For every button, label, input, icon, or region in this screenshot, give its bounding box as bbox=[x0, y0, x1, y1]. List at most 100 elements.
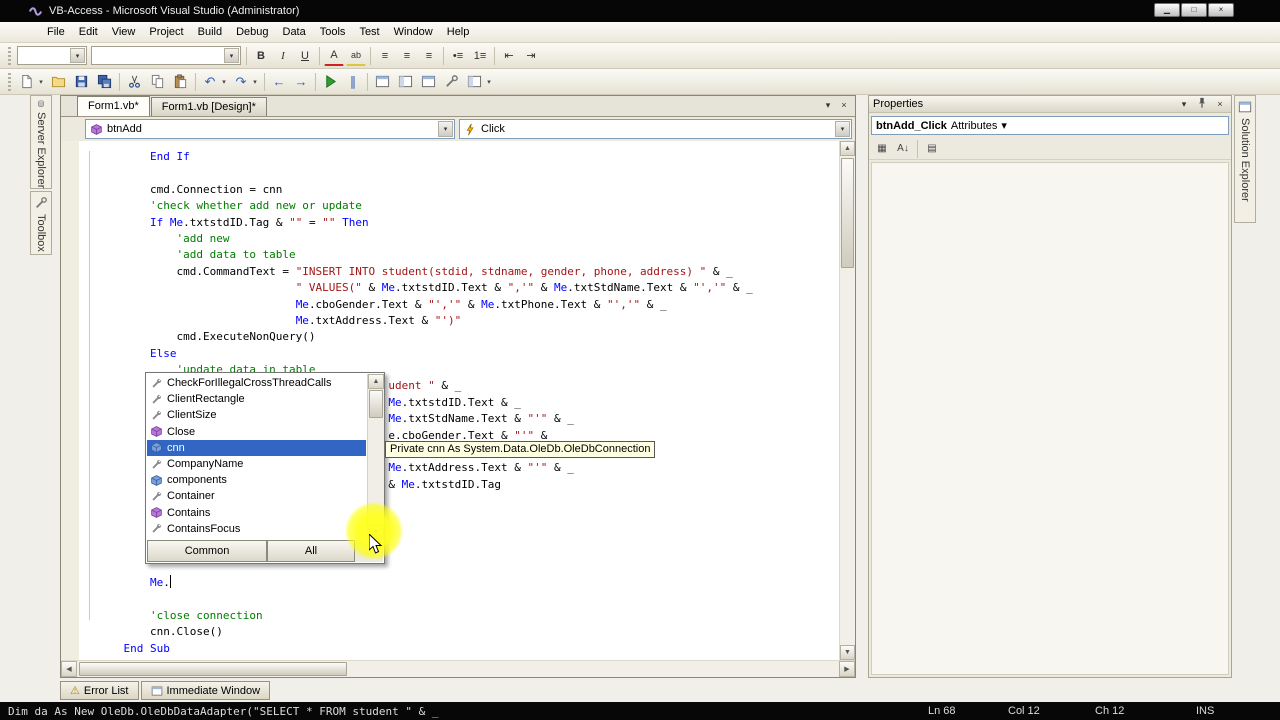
highlight-button[interactable]: ab bbox=[346, 46, 366, 66]
side-tab-solution-explorer[interactable]: Solution Explorer bbox=[1234, 95, 1256, 223]
object-dropdown[interactable]: btnAdd ▾ bbox=[85, 119, 455, 139]
save-button[interactable] bbox=[71, 72, 92, 92]
intellisense-item[interactable]: Close bbox=[147, 424, 366, 440]
undo-button[interactable]: ↶ bbox=[200, 72, 220, 92]
save-all-button[interactable] bbox=[94, 72, 115, 92]
scroll-left-icon[interactable]: ◀ bbox=[61, 661, 77, 677]
chevron-down-icon[interactable]: ▾ bbox=[438, 121, 453, 137]
chevron-down-icon[interactable]: ▾ bbox=[1001, 119, 1007, 132]
alphabetical-button[interactable]: A↓ bbox=[893, 140, 913, 158]
scroll-right-icon[interactable]: ▶ bbox=[839, 661, 855, 677]
break-all-button[interactable]: ∥ bbox=[343, 72, 363, 92]
bottom-tab-error-list[interactable]: ⚠ Error List bbox=[60, 681, 139, 700]
paste-button[interactable] bbox=[170, 72, 191, 92]
chevron-down-icon[interactable]: ▾ bbox=[70, 48, 85, 63]
bullet-list-button[interactable]: •≡ bbox=[448, 46, 468, 66]
object-browser-button[interactable] bbox=[418, 72, 439, 92]
scroll-down-icon[interactable]: ▼ bbox=[840, 645, 855, 660]
object-browser-icon bbox=[421, 74, 436, 89]
side-tab-server-explorer[interactable]: Server Explorer bbox=[30, 95, 52, 189]
align-right-button[interactable]: ≡ bbox=[419, 46, 439, 66]
close-button[interactable]: × bbox=[1208, 3, 1234, 17]
chevron-down-icon[interactable]: ▾ bbox=[224, 48, 239, 63]
vertical-scrollbar[interactable]: ▲ ▼ bbox=[839, 141, 855, 660]
close-icon: × bbox=[1218, 5, 1224, 14]
menu-tools[interactable]: Tools bbox=[313, 23, 353, 41]
scroll-up-icon[interactable]: ▲ bbox=[840, 141, 855, 156]
properties-object-dropdown[interactable]: btnAdd_Click Attributes ▾ bbox=[871, 116, 1229, 135]
undo-dropdown[interactable]: ▾ bbox=[219, 72, 229, 92]
toolbox-button[interactable] bbox=[441, 72, 462, 92]
italic-button[interactable]: I bbox=[273, 46, 293, 66]
bottom-tab-immediate-window[interactable]: Immediate Window bbox=[140, 681, 271, 700]
intellisense-scroll-thumb[interactable] bbox=[369, 390, 383, 418]
menu-data[interactable]: Data bbox=[276, 23, 313, 41]
categorized-button[interactable]: ▦ bbox=[872, 140, 892, 158]
bold-button[interactable]: B bbox=[251, 46, 271, 66]
cut-button[interactable] bbox=[124, 72, 145, 92]
chevron-down-icon[interactable]: ▾ bbox=[835, 121, 850, 137]
navigate-backward-button[interactable]: ← bbox=[269, 72, 289, 92]
intellisense-item[interactable]: ClientRectangle bbox=[147, 391, 366, 407]
document-tab-form1-vb-[interactable]: Form1.vb* bbox=[77, 96, 150, 116]
menu-window[interactable]: Window bbox=[387, 23, 440, 41]
menu-debug[interactable]: Debug bbox=[229, 23, 275, 41]
decrease-indent-button[interactable]: ⇤ bbox=[499, 46, 519, 66]
vertical-scroll-thumb[interactable] bbox=[841, 158, 854, 268]
document-tab-form1-vb--design--[interactable]: Form1.vb [Design]* bbox=[150, 97, 267, 116]
menu-project[interactable]: Project bbox=[142, 23, 190, 41]
minimize-button[interactable]: ▁ bbox=[1154, 3, 1180, 17]
redo-dropdown[interactable]: ▾ bbox=[250, 72, 260, 92]
scroll-up-icon[interactable]: ▲ bbox=[368, 374, 384, 389]
open-file-button[interactable] bbox=[48, 72, 69, 92]
font-combo[interactable]: ▾ bbox=[91, 46, 241, 65]
intellisense-item[interactable]: Contains bbox=[147, 505, 366, 521]
navigate-forward-button[interactable]: → bbox=[291, 72, 311, 92]
horizontal-scrollbar[interactable]: ◀ ▶ bbox=[61, 660, 855, 677]
intellisense-item[interactable]: ContainsFocus bbox=[147, 521, 366, 537]
new-project-button[interactable] bbox=[16, 72, 37, 92]
properties-window-button[interactable] bbox=[395, 72, 416, 92]
start-debugging-button[interactable] bbox=[320, 72, 341, 92]
intellisense-item[interactable]: CheckForIllegalCrossThreadCalls bbox=[147, 375, 366, 391]
intellisense-item[interactable]: components bbox=[147, 472, 366, 488]
maximize-button[interactable]: □ bbox=[1181, 3, 1207, 17]
property-pages-button[interactable]: ▤ bbox=[922, 140, 942, 158]
menu-build[interactable]: Build bbox=[191, 23, 229, 41]
auto-hide-pin-button[interactable] bbox=[1195, 97, 1209, 111]
menu-help[interactable]: Help bbox=[440, 23, 477, 41]
align-left-button[interactable]: ≡ bbox=[375, 46, 395, 66]
style-combo[interactable]: ▾ bbox=[17, 46, 87, 65]
new-item-dropdown[interactable]: ▾ bbox=[36, 72, 46, 92]
intellisense-item[interactable]: ClientSize bbox=[147, 407, 366, 423]
toolbar-options-button[interactable]: ▾ bbox=[484, 72, 494, 92]
intellisense-tab-common[interactable]: Common bbox=[147, 540, 267, 562]
redo-button[interactable]: ↷ bbox=[231, 72, 251, 92]
intellisense-item[interactable]: CompanyName bbox=[147, 456, 366, 472]
close-document-button[interactable]: × bbox=[837, 100, 851, 110]
intellisense-item[interactable]: cnn bbox=[147, 439, 366, 456]
side-tab-toolbox[interactable]: Toolbox bbox=[30, 191, 52, 255]
active-files-dropdown[interactable]: ▾ bbox=[821, 100, 835, 111]
menu-file[interactable]: File bbox=[40, 23, 72, 41]
underline-button[interactable]: U bbox=[295, 46, 315, 66]
horizontal-scroll-thumb[interactable] bbox=[79, 662, 347, 676]
window-icon bbox=[151, 685, 163, 697]
copy-button[interactable] bbox=[147, 72, 168, 92]
increase-indent-button[interactable]: ⇥ bbox=[521, 46, 541, 66]
menu-edit[interactable]: Edit bbox=[72, 23, 105, 41]
solution-explorer-button[interactable] bbox=[372, 72, 393, 92]
error-list-button[interactable] bbox=[464, 72, 485, 92]
text-color-button[interactable]: A bbox=[324, 46, 344, 66]
properties-grid[interactable] bbox=[871, 162, 1229, 675]
intellisense-item[interactable]: Container bbox=[147, 488, 366, 504]
align-center-button[interactable]: ≡ bbox=[397, 46, 417, 66]
event-dropdown[interactable]: Click ▾ bbox=[459, 119, 852, 139]
menu-test[interactable]: Test bbox=[352, 23, 386, 41]
close-panel-button[interactable]: × bbox=[1213, 99, 1227, 109]
open-file-icon bbox=[51, 74, 66, 89]
numbered-list-button[interactable]: 1≡ bbox=[470, 46, 490, 66]
menu-view[interactable]: View bbox=[105, 23, 143, 41]
window-position-dropdown[interactable]: ▾ bbox=[1177, 99, 1191, 110]
intellisense-tab-all[interactable]: All bbox=[267, 540, 355, 562]
